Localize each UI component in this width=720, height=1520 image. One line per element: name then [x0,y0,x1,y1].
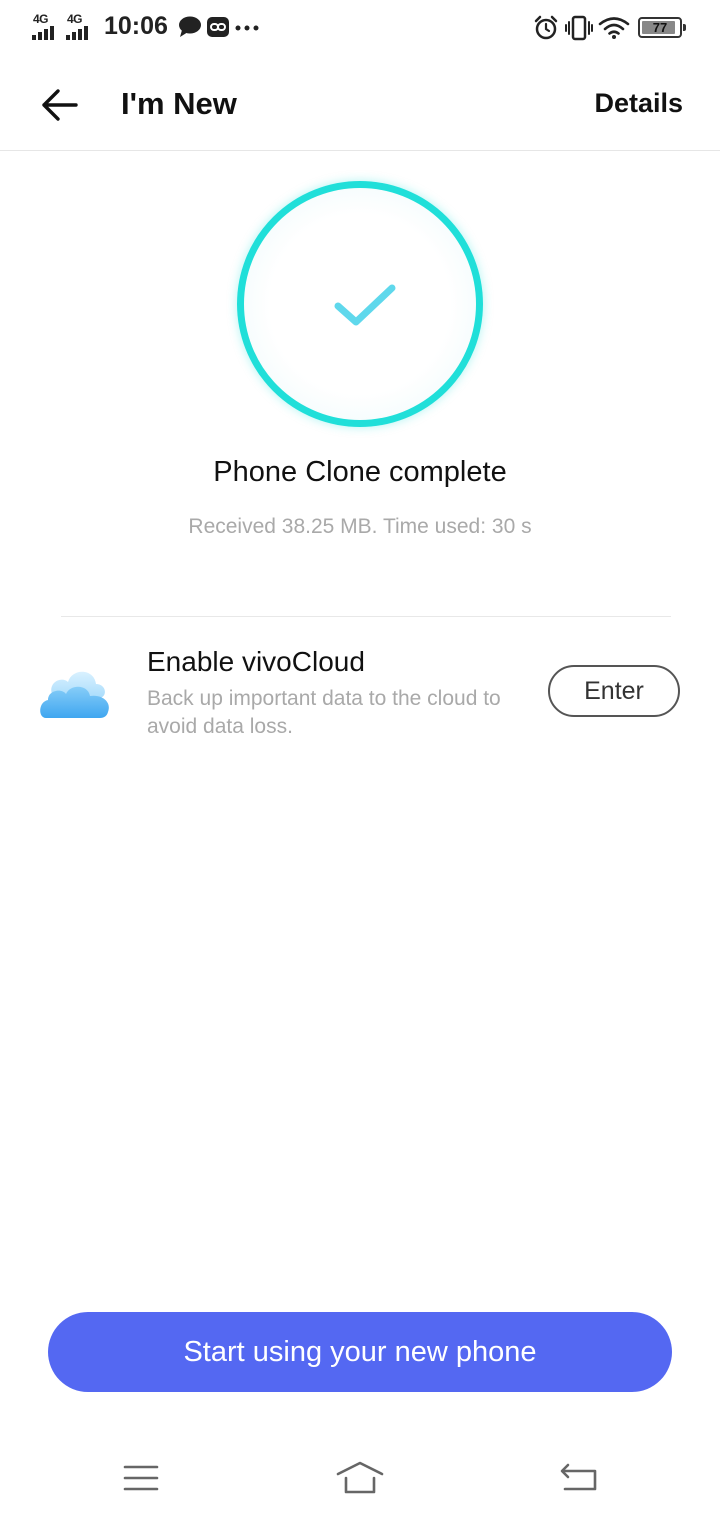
page-title: I'm New [121,86,237,121]
more-dots-icon [235,25,259,31]
message-icon [179,16,201,37]
vivocloud-row: Enable vivoCloud Back up important data … [0,620,720,760]
home-button[interactable] [335,1458,385,1498]
status-bar: 4G 4G 10:06 77 [0,0,720,58]
enter-button[interactable]: Enter [548,665,680,717]
app-bar: I'm New Details [0,58,720,151]
divider [61,616,671,617]
completion-title: Phone Clone complete [213,456,507,488]
vibrate-icon [565,15,593,41]
network-type-2: 4G [67,12,83,26]
menu-button[interactable] [116,1458,166,1498]
alarm-icon [534,15,558,40]
status-time: 10:06 [104,12,168,40]
menu-icon [123,1465,159,1491]
arrow-left-icon [42,89,78,121]
vivocloud-description: Back up important data to the cloud to a… [147,687,501,738]
cloud-icon [40,671,109,718]
wifi-icon [598,17,630,39]
link-icon [207,17,229,37]
check-icon [334,284,396,326]
details-button[interactable]: Details [594,88,683,119]
back-nav-icon [560,1463,597,1491]
battery-icon: 77 [638,17,686,38]
signal-icon: 4G [32,12,62,40]
back-button[interactable] [32,80,88,130]
network-type-1: 4G [33,12,49,26]
start-using-button[interactable]: Start using your new phone [48,1312,672,1392]
home-icon [336,1461,384,1494]
completion-summary: Received 38.25 MB. Time used: 30 s [188,515,532,538]
vivocloud-title: Enable vivoCloud [147,646,365,677]
completion-ring [237,181,483,427]
back-nav-button[interactable] [553,1458,603,1498]
navigation-bar [0,1440,720,1520]
signal-icon: 4G [66,12,96,40]
battery-level: 77 [652,20,668,35]
